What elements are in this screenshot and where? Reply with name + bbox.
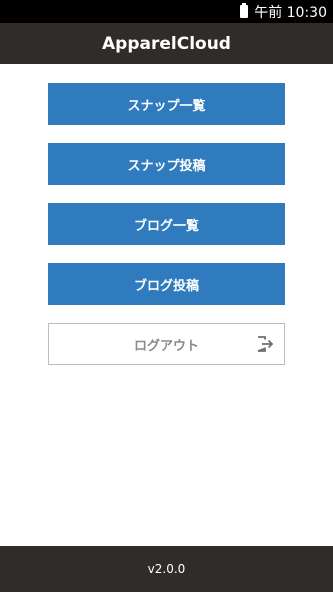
snap-list-label: スナップ一覧 (127, 98, 206, 114)
blog-list-button[interactable]: ブログ一覧 (48, 203, 285, 245)
footer: v2.0.0 (0, 546, 333, 592)
status-right: 午前 10:30 (240, 2, 327, 21)
main-menu: スナップ一覧 スナップ投稿 ブログ一覧 ブログ投稿 ログアウト (48, 83, 285, 383)
snap-post-button[interactable]: スナップ投稿 (48, 143, 285, 185)
logout-button[interactable]: ログアウト (48, 323, 285, 365)
version-text: v2.0.0 (147, 562, 186, 576)
snap-list-button[interactable]: スナップ一覧 (48, 83, 285, 125)
blog-post-label: ブログ投稿 (133, 278, 199, 294)
logout-label: ログアウト (133, 338, 199, 354)
logout-icon (257, 336, 274, 352)
battery-icon (240, 3, 249, 18)
snap-post-label: スナップ投稿 (127, 158, 206, 174)
status-bar: 午前 10:30 (0, 0, 333, 23)
app-bar: ApparelCloud (0, 23, 333, 64)
blog-post-button[interactable]: ブログ投稿 (48, 263, 285, 305)
app-title: ApparelCloud (102, 33, 231, 54)
status-time: 午前 10:30 (254, 4, 327, 21)
blog-list-label: ブログ一覧 (133, 218, 199, 234)
